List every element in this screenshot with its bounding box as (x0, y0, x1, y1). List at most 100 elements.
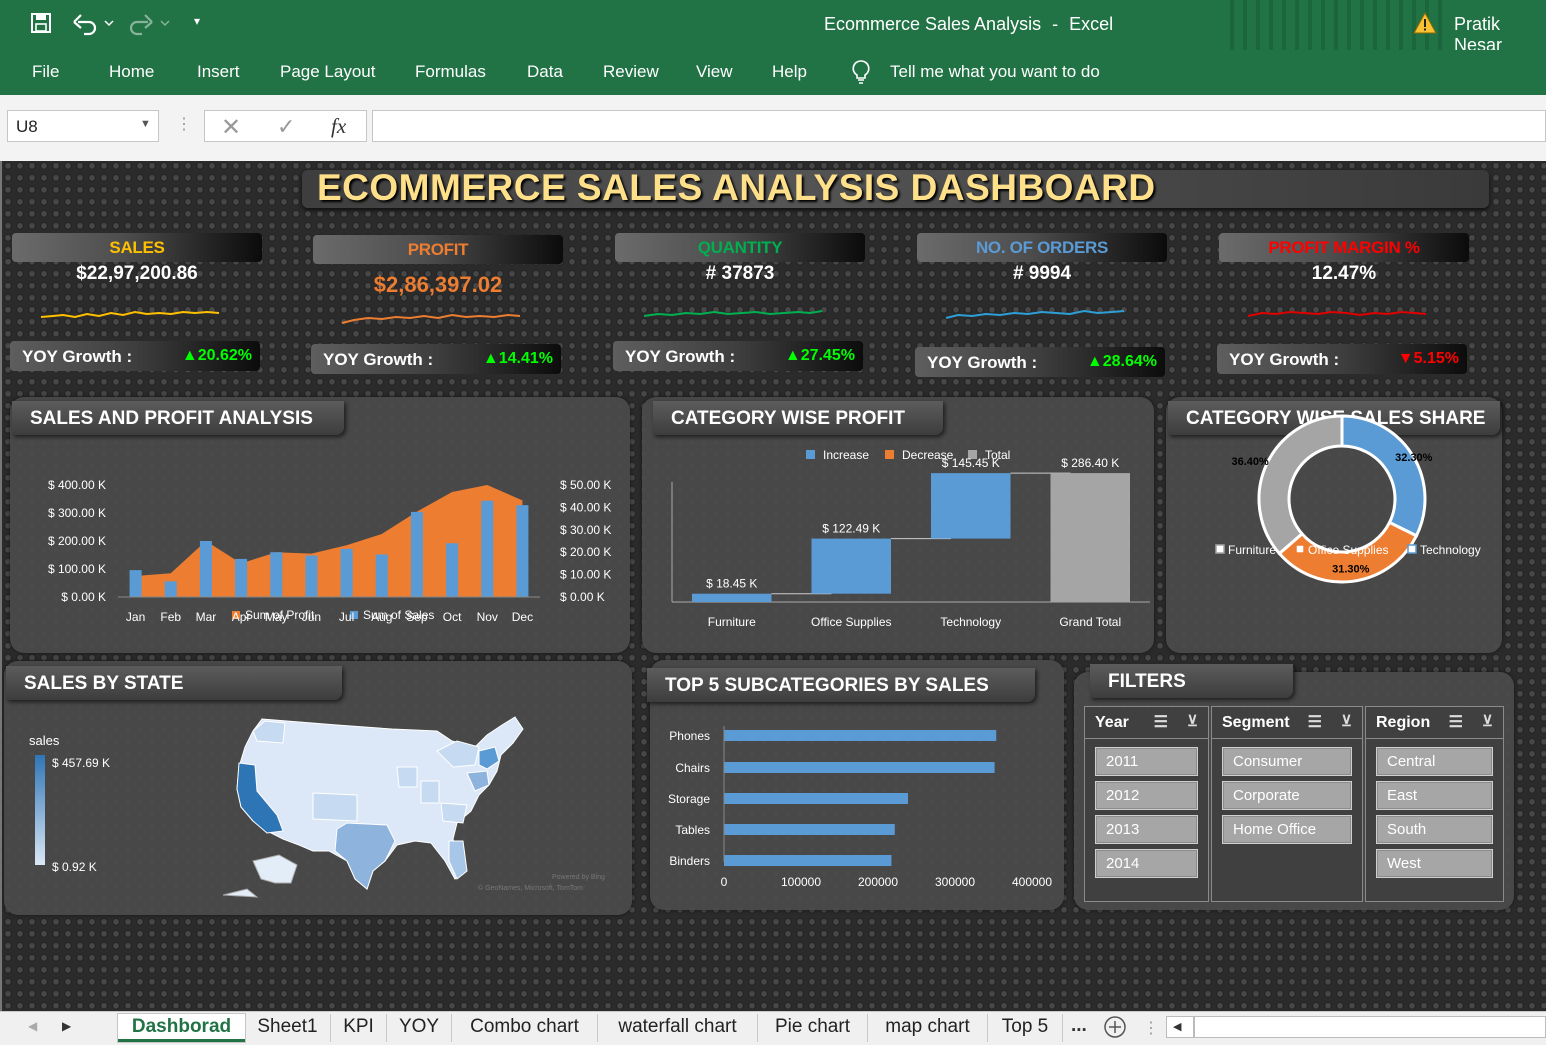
y-tick-label: Binders (669, 854, 710, 868)
sheet-tab[interactable]: Combo chart (452, 1014, 598, 1042)
yoy-label: YOY Growth : (22, 347, 133, 366)
multi-select-icon[interactable]: ☰ (1154, 712, 1168, 732)
yoy-value: ▲27.45% (784, 347, 855, 364)
chevron-down-icon[interactable]: ▼ (140, 118, 151, 130)
waterfall-chart[interactable]: Increase Decrease Total$ 18.45 KFurniture$… (642, 397, 1154, 653)
slicer-item[interactable]: South (1376, 815, 1493, 844)
slicer-item[interactable]: Consumer (1222, 747, 1352, 776)
sales-bar[interactable] (375, 554, 388, 597)
slicer-item[interactable]: 2011 (1095, 747, 1198, 776)
subcategory-bar[interactable] (724, 793, 908, 804)
top5-bar-chart[interactable]: Phones Chairs Storage Tables Binders 0 100000 2… (650, 660, 1064, 910)
slicer-item[interactable]: Corporate (1222, 781, 1352, 810)
subcategory-bar[interactable] (724, 824, 895, 835)
sales-bar[interactable] (410, 511, 423, 597)
waterfall-increase-bar[interactable] (931, 473, 1011, 539)
formula-input[interactable] (372, 110, 1546, 142)
insert-function-icon[interactable]: fx (331, 114, 346, 139)
multi-select-icon[interactable]: ☰ (1308, 712, 1322, 732)
profit-area[interactable] (135, 485, 523, 597)
donut-chart[interactable]: 36.40% 31.30% 32.30% Furniture Office Suppli… (1166, 397, 1502, 653)
drag-handle-icon[interactable]: ⋮ (176, 114, 192, 134)
y-tick-label: Phones (669, 729, 710, 743)
save-icon[interactable] (30, 12, 52, 39)
sheet-tab[interactable]: Top 5 (988, 1014, 1063, 1042)
subcategory-bar[interactable] (724, 762, 995, 773)
add-sheet-icon[interactable] (1103, 1015, 1127, 1044)
sales-bar[interactable] (270, 552, 283, 597)
sales-bar[interactable] (446, 543, 459, 597)
warning-icon[interactable] (1413, 11, 1437, 39)
us-map[interactable] (217, 711, 537, 901)
redo-icon[interactable] (128, 10, 172, 41)
combo-chart[interactable]: Sum of Profit Sum of Sales $ 400.00 K $ 300… (10, 397, 630, 653)
x-tick-label: 300000 (935, 875, 975, 889)
sheet-tab[interactable]: Dashborad (118, 1014, 245, 1042)
clear-filter-icon[interactable]: ⊻ (1341, 712, 1352, 730)
split-handle-icon[interactable]: ⋮ (1143, 1018, 1159, 1038)
kpi-yoy-card: YOY Growth : ▲20.62% (10, 341, 260, 371)
tab-file[interactable]: File (32, 62, 59, 82)
sheet-tab[interactable]: YOY (387, 1014, 452, 1042)
subcategory-bar[interactable] (724, 855, 892, 866)
tab-formulas[interactable]: Formulas (415, 62, 486, 82)
name-box[interactable]: U8 ▼ (7, 110, 159, 142)
clear-filter-icon[interactable]: ⊻ (1482, 712, 1493, 730)
enter-icon[interactable]: ✓ (277, 114, 295, 140)
sales-bar[interactable] (305, 555, 318, 597)
slicer-item[interactable]: 2013 (1095, 815, 1198, 844)
cancel-icon[interactable]: ✕ (221, 113, 241, 142)
sheet-tab[interactable]: KPI (331, 1014, 387, 1042)
undo-icon[interactable] (72, 10, 116, 41)
title-bar: ▾ Ecommerce Sales Analysis - Excel Prati… (0, 0, 1546, 55)
clear-filter-icon[interactable]: ⊻ (1187, 712, 1198, 730)
sales-bar[interactable] (164, 581, 177, 597)
tab-view[interactable]: View (696, 62, 733, 82)
tab-insert[interactable]: Insert (197, 62, 240, 82)
sales-bar[interactable] (481, 500, 494, 597)
kpi-label: PROFIT (313, 235, 563, 264)
sales-bar[interactable] (129, 570, 142, 597)
sheet-tab[interactable]: waterfall chart (598, 1014, 758, 1042)
lightbulb-icon[interactable] (850, 59, 872, 90)
scroll-right-icon[interactable]: ▶ (62, 1019, 71, 1033)
customize-toolbar-icon[interactable]: ▾ (194, 14, 200, 28)
x-tick-label: Nov (477, 610, 498, 624)
slicer-item[interactable]: West (1376, 849, 1493, 878)
more-sheets-icon[interactable]: ... (1071, 1015, 1087, 1037)
donut-slice[interactable] (1257, 414, 1344, 556)
scrollbar-left-arrow-icon[interactable]: ◀ (1173, 1020, 1181, 1033)
tab-data[interactable]: Data (527, 62, 563, 82)
slicer-item[interactable]: East (1376, 781, 1493, 810)
slicer-item[interactable]: 2012 (1095, 781, 1198, 810)
sales-bar[interactable] (340, 548, 353, 597)
sheet-tab[interactable]: Pie chart (758, 1014, 868, 1042)
tab-help[interactable]: Help (772, 62, 807, 82)
sheet-tab[interactable]: Sheet1 (245, 1014, 331, 1042)
tab-review[interactable]: Review (603, 62, 659, 82)
legend-label: Office Supplies (1308, 543, 1389, 557)
scroll-left-icon[interactable]: ◀ (28, 1019, 37, 1033)
sales-bar[interactable] (516, 505, 529, 597)
waterfall-increase-bar[interactable] (692, 593, 772, 602)
multi-select-icon[interactable]: ☰ (1449, 712, 1463, 732)
slicer-item[interactable]: Home Office (1222, 815, 1352, 844)
donut-slice[interactable] (1340, 414, 1427, 538)
scrollbar-divider (1193, 1017, 1195, 1037)
slicer-item[interactable]: 2014 (1095, 849, 1198, 878)
tell-me-box[interactable]: Tell me what you want to do (890, 62, 1100, 82)
subcategory-bar[interactable] (724, 730, 997, 741)
dashboard-title: ECOMMERCE SALES ANALYSIS DASHBOARD (317, 167, 1156, 208)
horizontal-scrollbar[interactable]: ◀ (1166, 1016, 1546, 1038)
sales-bar[interactable] (199, 541, 212, 597)
waterfall-increase-bar[interactable] (811, 538, 892, 594)
tab-page-layout[interactable]: Page Layout (280, 62, 375, 82)
yoy-label: YOY Growth : (1229, 350, 1340, 369)
sheet-tab[interactable]: map chart (868, 1014, 988, 1042)
sales-bar[interactable] (235, 558, 248, 597)
waterfall-total-bar[interactable] (1050, 473, 1131, 602)
y-left-tick-label: $ 400.00 K (48, 478, 106, 492)
tab-home[interactable]: Home (109, 62, 154, 82)
slicer-header: Year ☰ ⊻ (1085, 707, 1208, 739)
slicer-item[interactable]: Central (1376, 747, 1493, 776)
